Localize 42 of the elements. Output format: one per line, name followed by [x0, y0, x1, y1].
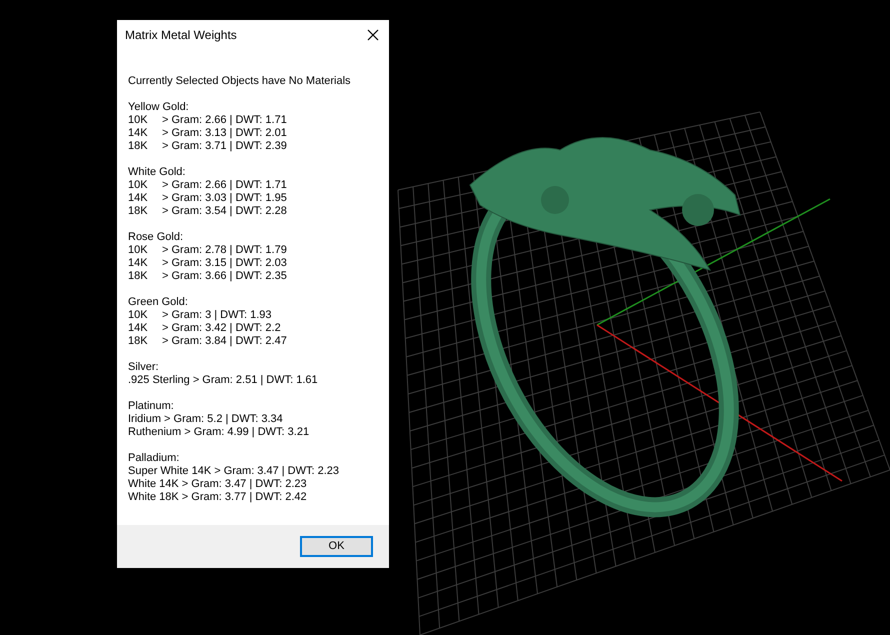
karat-label: 10K [128, 114, 148, 127]
metal-heading: Green Gold: [128, 296, 189, 309]
weight-value: > Gram: 3.84 | DWT: 2.47 [162, 335, 287, 348]
weight-value: > Gram: 3 | DWT: 1.93 [162, 309, 272, 322]
karat-label: 10K [128, 244, 148, 257]
weight-value: > Gram: 2.66 | DWT: 1.71 [162, 179, 287, 192]
weight-value: > Gram: 2.66 | DWT: 1.71 [162, 114, 287, 127]
karat-label: 18K [128, 335, 148, 348]
weight-line: Ruthenium > Gram: 4.99 | DWT: 3.21 [128, 426, 310, 439]
karat-label: 18K [128, 140, 148, 153]
weight-value: > Gram: 2.78 | DWT: 1.79 [162, 244, 287, 257]
metal-heading: Palladium: [128, 452, 180, 465]
weight-value: > Gram: 3.71 | DWT: 2.39 [162, 140, 287, 153]
weight-value: > Gram: 3.42 | DWT: 2.2 [162, 322, 281, 335]
weight-value: > Gram: 3.54 | DWT: 2.28 [162, 205, 287, 218]
karat-label: 10K [128, 309, 148, 322]
weight-value: > Gram: 3.03 | DWT: 1.95 [162, 192, 287, 205]
karat-label: 14K [128, 257, 148, 270]
karat-label: 10K [128, 179, 148, 192]
metal-heading: White Gold: [128, 166, 186, 179]
status-message: Currently Selected Objects have No Materials [128, 75, 352, 88]
metal-heading: Yellow Gold: [128, 101, 190, 114]
ok-button[interactable]: OK [300, 536, 373, 557]
karat-label: 18K [128, 270, 148, 283]
karat-label: 14K [128, 192, 148, 205]
close-icon [367, 29, 379, 41]
close-button[interactable] [365, 27, 381, 43]
weight-line: Iridium > Gram: 5.2 | DWT: 3.34 [128, 413, 284, 426]
karat-label: 14K [128, 127, 148, 140]
weight-line: Super White 14K > Gram: 3.47 | DWT: 2.23 [128, 465, 340, 478]
weight-line: White 14K > Gram: 3.47 | DWT: 2.23 [128, 478, 308, 491]
window-title: Matrix Metal Weights [125, 28, 237, 42]
metal-heading: Platinum: [128, 400, 175, 413]
karat-label: 14K [128, 322, 148, 335]
weight-value: > Gram: 3.13 | DWT: 2.01 [162, 127, 287, 140]
weight-line: .925 Sterling > Gram: 2.51 | DWT: 1.61 [128, 374, 319, 387]
weight-line: White 18K > Gram: 3.77 | DWT: 2.42 [128, 491, 308, 504]
metal-heading: Rose Gold: [128, 231, 184, 244]
karat-label: 18K [128, 205, 148, 218]
metal-heading: Silver: [128, 361, 160, 374]
weight-value: > Gram: 3.15 | DWT: 2.03 [162, 257, 287, 270]
weight-value: > Gram: 3.66 | DWT: 2.35 [162, 270, 287, 283]
